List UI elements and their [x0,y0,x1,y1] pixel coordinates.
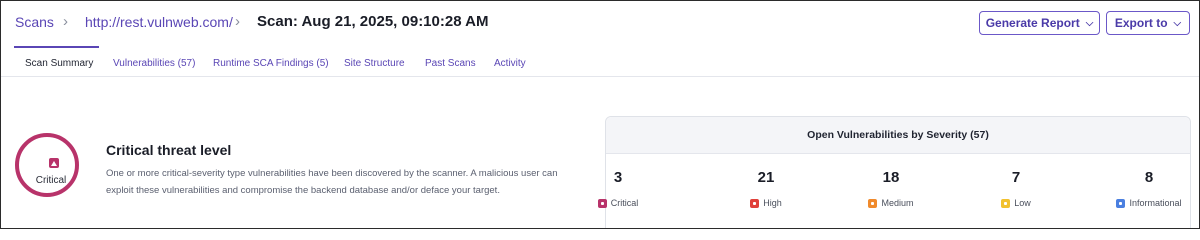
generate-report-button[interactable]: Generate Report ⌵ [979,11,1100,35]
tab-scan-summary[interactable]: Scan Summary [25,58,93,69]
threat-level-label: Critical [35,175,67,186]
high-icon [750,198,760,208]
severity-label-row: High [750,198,782,208]
page-header: Scans › http://rest.vulnweb.com/ › Scan:… [1,1,1199,47]
tab-past-scans[interactable]: Past Scans [425,58,476,69]
severity-label: Low [1014,198,1031,208]
severity-informational[interactable]: 8 Informational [1089,169,1199,210]
severity-label: Informational [1129,198,1182,208]
medium-icon [868,198,878,208]
chevron-down-icon: ⌵ [1085,17,1094,29]
severity-count: 21 [757,169,775,186]
severity-low[interactable]: 7 Low [956,169,1076,210]
severity-label-row: Low [1001,198,1031,208]
severity-count: 3 [613,169,623,186]
chevron-right-icon: › [63,13,68,30]
severity-label: High [763,198,782,208]
threat-description: One or more critical-severity type vulne… [106,168,558,196]
severity-count: 8 [1144,169,1154,186]
tab-site-structure[interactable]: Site Structure [344,58,405,69]
threat-level-badge: Critical [15,133,79,197]
severity-count: 18 [882,169,900,186]
severity-medium[interactable]: 18 Medium [831,169,951,210]
generate-report-label: Generate Report [985,16,1080,30]
severity-label-row: Critical [597,198,639,208]
scan-page: Scans › http://rest.vulnweb.com/ › Scan:… [0,0,1200,229]
severity-panel: Open Vulnerabilities by Severity (57) 3 … [597,116,1191,228]
severity-label-row: Informational [1116,198,1182,208]
informational-icon [1116,198,1126,208]
severity-label: Critical [610,198,639,208]
severity-high[interactable]: 21 High [706,169,826,210]
severity-label-row: Medium [868,198,914,208]
chevron-down-icon: ⌵ [1173,17,1182,29]
severity-panel-title: Open Vulnerabilities by Severity (57) [606,117,1190,154]
chevron-right-icon: › [235,13,240,30]
low-icon [1001,198,1011,208]
export-to-label: Export to [1114,16,1168,30]
breadcrumb-scans[interactable]: Scans [15,14,54,30]
page-title: Scan: Aug 21, 2025, 09:10:28 AM [257,13,489,30]
threat-title: Critical threat level [106,142,232,158]
active-tab-indicator [14,46,99,48]
critical-severity-icon [49,158,59,168]
severity-label: Medium [881,198,914,208]
critical-icon [597,198,607,208]
severity-count: 7 [1011,169,1021,186]
severity-critical[interactable]: 3 Critical [558,169,678,210]
tab-runtime-sca-findings[interactable]: Runtime SCA Findings (5) [213,58,329,69]
tab-activity[interactable]: Activity [494,58,526,69]
tab-bar: Scan Summary Vulnerabilities (57) Runtim… [1,47,1199,77]
tab-vulnerabilities[interactable]: Vulnerabilities (57) [113,58,195,69]
export-to-button[interactable]: Export to ⌵ [1106,11,1190,35]
breadcrumb-site[interactable]: http://rest.vulnweb.com/ [85,14,233,30]
